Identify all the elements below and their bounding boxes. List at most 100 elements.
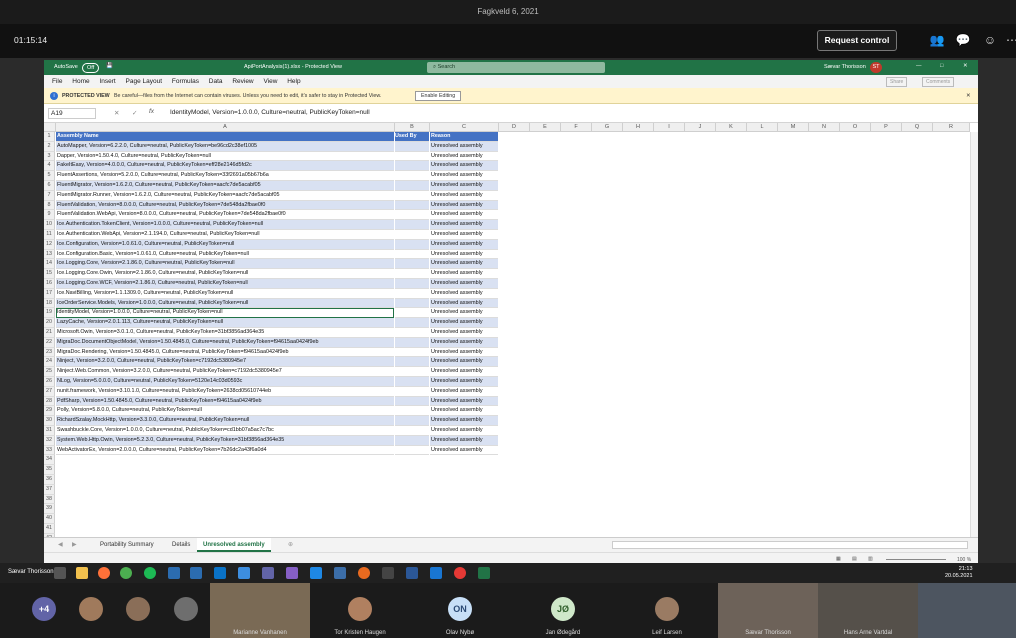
sheet-tab-portability-summary[interactable]: Portability Summary — [94, 538, 160, 552]
row-number[interactable]: 40 — [44, 514, 55, 524]
cell-used-by[interactable] — [395, 152, 429, 162]
app-icon-5[interactable] — [358, 567, 370, 579]
cell-assembly-name[interactable]: Polly, Version=5.8.0.0, Culture=neutral,… — [56, 406, 394, 417]
cell-used-by[interactable] — [395, 250, 429, 260]
cell-used-by[interactable] — [395, 396, 429, 407]
outlook-icon[interactable] — [214, 567, 226, 579]
menu-review[interactable]: Review — [232, 75, 253, 88]
normal-view-icon[interactable]: ▦ — [836, 556, 841, 562]
header-reason[interactable]: Reason — [430, 132, 498, 142]
cell-used-by[interactable] — [395, 426, 429, 436]
row-number[interactable]: 26 — [44, 377, 55, 387]
row-number[interactable]: 15 — [44, 269, 55, 279]
row-number[interactable]: 28 — [44, 396, 55, 407]
cell-reason[interactable]: Unresolved assembly — [430, 171, 498, 181]
cell-reason[interactable]: Unresolved assembly — [430, 230, 498, 240]
cell-reason[interactable]: Unresolved assembly — [430, 416, 498, 426]
app-icon-2[interactable] — [190, 567, 202, 579]
cell-assembly-name[interactable]: PdfSharp, Version=1.50.4845.0, Culture=n… — [56, 396, 394, 407]
more-participants-badge[interactable]: +4 — [32, 597, 56, 621]
cell-assembly-name[interactable]: Ice.Configuration, Version=1.0.61.0, Cul… — [56, 239, 394, 250]
cell-reason[interactable]: Unresolved assembly — [430, 337, 498, 348]
row-number[interactable]: 4 — [44, 161, 55, 172]
enter-icon[interactable]: ✓ — [132, 109, 137, 117]
cell-used-by[interactable] — [395, 191, 429, 201]
cell-used-by[interactable] — [395, 141, 429, 152]
cell-reason[interactable]: Unresolved assembly — [430, 348, 498, 358]
cell-used-by[interactable] — [395, 181, 429, 191]
cell-assembly-name[interactable]: FakeItEasy, Version=4.0.0.0, Culture=neu… — [56, 161, 394, 172]
participant-tile[interactable] — [114, 583, 162, 638]
participant-video-hans-arne[interactable]: Hans Arne Vartdal — [818, 583, 918, 638]
request-control-button[interactable]: Request control — [817, 30, 897, 51]
cell-assembly-name[interactable]: FluentAssertions, Version=5.2.0.0, Cultu… — [56, 171, 394, 181]
cell-reason[interactable]: Unresolved assembly — [430, 239, 498, 250]
zoom-slider[interactable] — [886, 559, 946, 560]
cell-used-by[interactable] — [395, 337, 429, 348]
column-header-a[interactable]: A — [56, 123, 395, 132]
column-header-d[interactable]: D — [499, 123, 530, 132]
cell-used-by[interactable] — [395, 348, 429, 358]
chrome-icon[interactable] — [120, 567, 132, 579]
cell-assembly-name[interactable]: Ninject.Web.Common, Version=3.2.0.0, Cul… — [56, 367, 394, 377]
row-number[interactable]: 21 — [44, 328, 55, 338]
cell-reason[interactable]: Unresolved assembly — [430, 152, 498, 162]
spreadsheet-grid[interactable]: A B C D E F G H I J K L M N O P Q R 1 Ass… — [44, 123, 978, 544]
cell-assembly-name[interactable]: MigraDoc.DocumentObjectModel, Version=1.… — [56, 337, 394, 348]
cell-used-by[interactable] — [395, 200, 429, 211]
header-used-by[interactable]: Used By — [395, 132, 429, 142]
column-header-c[interactable]: C — [430, 123, 499, 132]
menu-formulas[interactable]: Formulas — [172, 75, 199, 88]
horizontal-scrollbar[interactable] — [612, 541, 968, 549]
cell-assembly-name[interactable]: IceOrderService.Models, Version=1.0.0.0,… — [56, 298, 394, 309]
cell-assembly-name[interactable]: System.Web.Http.Owin, Version=5.2.3.0, C… — [56, 435, 394, 446]
row-number[interactable]: 13 — [44, 249, 55, 260]
row-number[interactable]: 11 — [44, 230, 55, 240]
cell-assembly-name[interactable]: FluentValidation, Version=8.0.0.0, Cultu… — [56, 200, 394, 211]
row-number[interactable]: 38 — [44, 494, 55, 505]
sheet-tab-unresolved-assembly[interactable]: Unresolved assembly — [197, 538, 271, 552]
close-warning-icon[interactable]: ✕ — [966, 88, 970, 104]
teams-icon[interactable] — [262, 567, 274, 579]
user-avatar[interactable]: ST — [870, 62, 882, 73]
cell-reason[interactable]: Unresolved assembly — [430, 269, 498, 279]
select-all-corner[interactable] — [44, 123, 56, 132]
firefox-icon[interactable] — [98, 567, 110, 579]
row-number[interactable]: 33 — [44, 445, 55, 456]
row-number[interactable]: 29 — [44, 406, 55, 417]
column-header-q[interactable]: Q — [902, 123, 933, 132]
chat-icon[interactable]: 💬 — [955, 32, 971, 48]
row-number[interactable]: 35 — [44, 465, 55, 475]
app-icon-8[interactable] — [454, 567, 466, 579]
close-icon[interactable]: ✕ — [963, 63, 968, 69]
participant-tile[interactable] — [68, 583, 114, 638]
row-number[interactable]: 6 — [44, 181, 55, 191]
minimize-icon[interactable]: — — [916, 63, 922, 69]
page-break-icon[interactable]: ▥ — [868, 556, 873, 562]
column-header-h[interactable]: H — [623, 123, 654, 132]
cell-used-by[interactable] — [395, 308, 429, 319]
cell-assembly-name[interactable]: Microsoft.Owin, Version=3.0.1.0, Culture… — [56, 328, 394, 338]
cell-reason[interactable]: Unresolved assembly — [430, 377, 498, 387]
cell-assembly-name[interactable]: LazyCache, Version=2.0.1.113, Culture=ne… — [56, 318, 394, 328]
menu-home[interactable]: Home — [72, 75, 89, 88]
menu-page-layout[interactable]: Page Layout — [126, 75, 163, 88]
cell-used-by[interactable] — [395, 406, 429, 417]
maximize-icon[interactable]: □ — [940, 63, 943, 69]
excel-icon[interactable] — [478, 567, 490, 579]
save-icon[interactable]: 💾 — [106, 63, 113, 69]
column-header-j[interactable]: J — [685, 123, 716, 132]
fx-icon[interactable]: fx — [149, 108, 154, 115]
row-number[interactable]: 8 — [44, 200, 55, 211]
column-header-l[interactable]: L — [747, 123, 778, 132]
cell-reason[interactable]: Unresolved assembly — [430, 446, 498, 456]
app-icon-4[interactable] — [334, 567, 346, 579]
row-number[interactable]: 5 — [44, 171, 55, 181]
cell-reason[interactable]: Unresolved assembly — [430, 200, 498, 211]
cell-used-by[interactable] — [395, 289, 429, 299]
cell-used-by[interactable] — [395, 279, 429, 289]
participant-video-marianne[interactable]: Marianne Vanhanen — [210, 583, 310, 638]
row-number[interactable]: 7 — [44, 190, 55, 201]
cell-reason[interactable]: Unresolved assembly — [430, 141, 498, 152]
cell-reason[interactable]: Unresolved assembly — [430, 181, 498, 191]
